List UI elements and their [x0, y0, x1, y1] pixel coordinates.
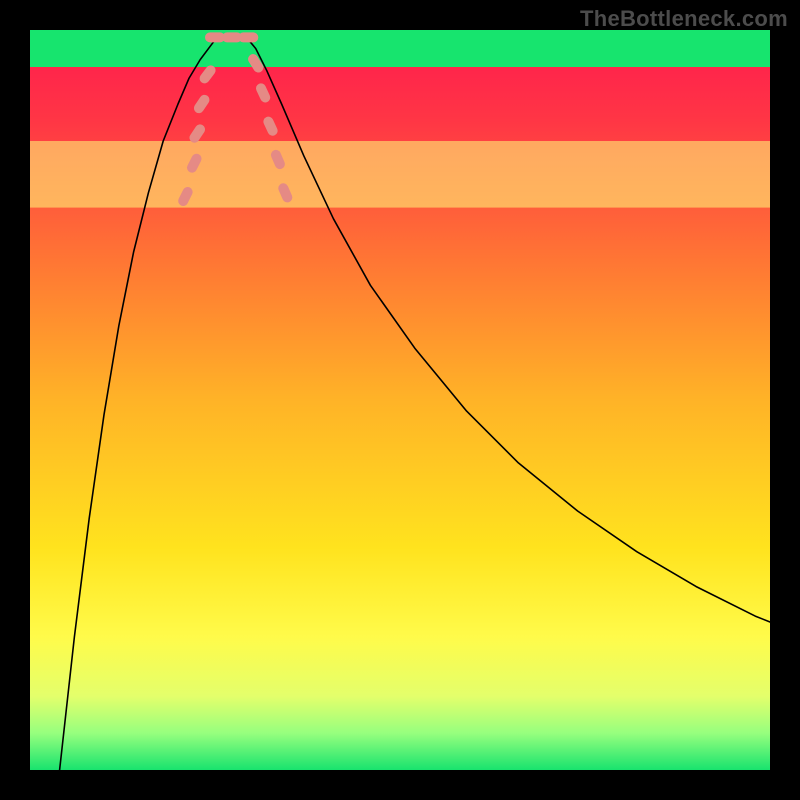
yellow-band — [30, 141, 770, 208]
watermark-text: TheBottleneck.com — [580, 6, 788, 32]
green-band — [30, 30, 770, 67]
chart-svg — [30, 30, 770, 770]
chart-frame: TheBottleneck.com — [0, 0, 800, 800]
curve-marker — [238, 32, 258, 42]
curve-marker — [205, 32, 225, 42]
plot-area — [30, 30, 770, 770]
